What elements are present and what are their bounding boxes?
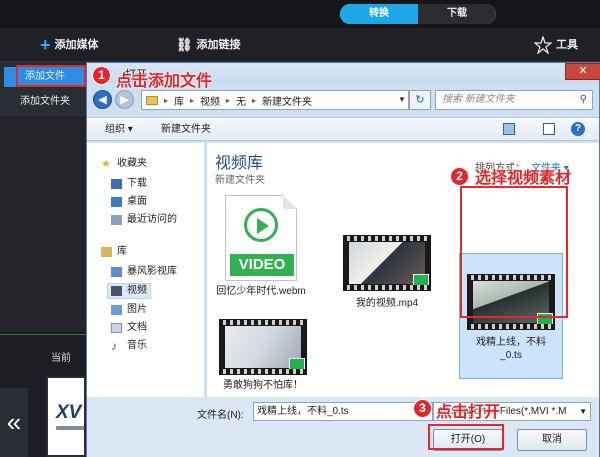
desktop-icon (111, 197, 122, 207)
add-link-label: 添加链接 (196, 39, 241, 51)
file-name: 回忆少年时代.webm (216, 286, 306, 297)
recent-places-icon (111, 215, 122, 225)
view-options-icon[interactable] (503, 123, 515, 135)
file-item[interactable]: 我的视频.mp4 (337, 235, 437, 310)
chevron-down-icon[interactable]: ▼ (395, 90, 409, 110)
pictures-icon (111, 305, 122, 315)
tab-convert[interactable]: 转换 (340, 4, 418, 24)
link-icon: ⛓ (176, 37, 193, 52)
refresh-button[interactable]: ↻ (409, 90, 431, 110)
thumbnail-bar (56, 426, 84, 430)
media-thumbnail[interactable]: XV (46, 376, 86, 457)
dialog-buttons: 打开(O) 取消 (87, 429, 599, 457)
video-file-icon: VIDEO (225, 195, 297, 281)
help-icon[interactable]: ? (571, 122, 585, 136)
plus-icon: + (40, 35, 51, 55)
filename-input[interactable]: 戏精上线，不料_0.ts (253, 402, 433, 421)
step-1-text: 点击添加文件 (116, 73, 213, 90)
command-bar: 组织 ▾ 新建文件夹 ? (87, 117, 599, 141)
organize-button[interactable]: 组织 ▾ (105, 122, 133, 138)
video-badge-icon (289, 358, 305, 372)
nav-storm-library[interactable]: 暴风影视库 (111, 265, 177, 279)
step-2-badge: 2 (450, 167, 469, 186)
folder-icon (146, 95, 158, 105)
nav-music[interactable]: ♪ 音乐 (111, 339, 147, 353)
nav-videos[interactable]: 视频 (107, 283, 151, 299)
tools-label: 工具 (556, 39, 578, 51)
annotation-highlight-open (428, 424, 504, 450)
collapse-button[interactable]: « (0, 388, 28, 457)
file-item[interactable]: 勇敢狗狗不怕库！ (213, 319, 313, 392)
tools-button[interactable]: 工具 (534, 36, 578, 54)
breadcrumb-none[interactable]: 无 (236, 93, 246, 108)
breadcrumb-library[interactable]: 库 (174, 93, 184, 108)
nav-favorites[interactable]: ★ 收藏夹 (101, 157, 147, 171)
step-3-badge: 3 (413, 399, 432, 418)
file-name: 我的视频.mp4 (355, 298, 419, 309)
add-media-label: 添加媒体 (54, 39, 99, 51)
nav-downloads[interactable]: 下载 (111, 177, 147, 191)
app-toolbar: + 添加媒体 ⛓ 添加链接 工具 (0, 28, 600, 62)
video-thumbnail (343, 235, 431, 291)
filename-row: 文件名(N): 戏精上线，不料_0.ts All Supported Files… (87, 397, 599, 429)
menu-item-add-folder[interactable]: 添加文件夹 (4, 92, 86, 112)
nav-recent[interactable]: 最近访问的 (111, 213, 177, 227)
navigation-pane: ★ 收藏夹 下载 桌面 最近访问的 库 暴风影视库 视频 图片 文档 ♪ 音乐 (87, 143, 205, 397)
annotation-highlight-video (460, 186, 568, 318)
tab-download[interactable]: 下载 (418, 4, 496, 24)
music-icon: ♪ (111, 339, 117, 353)
step-1-badge: 1 (92, 66, 111, 85)
chevron-down-icon: ▼ (579, 407, 587, 416)
step-3-text: 点击打开 (436, 404, 501, 421)
nav-desktop[interactable]: 桌面 (111, 195, 147, 209)
search-icon: ⚲ (579, 94, 587, 105)
video-thumbnail (219, 319, 307, 375)
add-link-button[interactable]: ⛓ 添加链接 (176, 36, 241, 54)
library-title: 视频库 (215, 155, 264, 172)
nav-libraries[interactable]: 库 (101, 245, 127, 259)
search-placeholder: 搜索 新建文件夹 (442, 94, 515, 105)
file-name: 勇敢狗狗不怕库！ (223, 380, 303, 391)
add-media-button[interactable]: + 添加媒体 (40, 36, 99, 54)
breadcrumb-new-folder[interactable]: 新建文件夹 (262, 93, 312, 108)
video-badge-icon (413, 274, 429, 288)
star-icon: ★ (101, 158, 111, 170)
filename-label: 文件名(N): (197, 410, 244, 421)
thumbnail-logo: XV (56, 402, 82, 423)
back-button[interactable]: ◀ (93, 90, 112, 109)
mode-switch: 转换 下载 (340, 4, 496, 24)
file-name: 戏精上线，不料_0.ts (476, 337, 546, 361)
address-bar[interactable]: ▸ 库 ▸ 视频 ▸ 无 ▸ 新建文件夹 (141, 90, 409, 110)
library-subtitle: 新建文件夹 (215, 175, 265, 186)
storm-library-icon (111, 267, 122, 277)
cancel-button[interactable]: 取消 (517, 429, 587, 451)
step-2-text: 选择视频素材 (475, 170, 572, 187)
tab-current[interactable]: 当前 (40, 345, 82, 373)
preview-pane-icon[interactable] (543, 123, 555, 135)
forward-button[interactable]: ▶ (115, 90, 134, 109)
close-button[interactable]: ✕ (565, 63, 600, 80)
breadcrumb-videos[interactable]: 视频 (200, 93, 220, 108)
annotation-highlight-add-file (16, 65, 86, 87)
documents-icon (111, 323, 122, 333)
video-library-icon (111, 286, 122, 296)
search-input[interactable]: 搜索 新建文件夹 ⚲ (435, 90, 593, 110)
app-title-bar: 转换 下载 (0, 0, 600, 28)
downloads-icon (111, 179, 122, 189)
file-item[interactable]: VIDEO 回忆少年时代.webm (211, 195, 311, 298)
new-folder-button[interactable]: 新建文件夹 (161, 122, 211, 138)
tools-star-icon (534, 36, 552, 54)
library-icon (101, 247, 112, 257)
video-type-label: VIDEO (230, 254, 294, 276)
nav-documents[interactable]: 文档 (111, 321, 147, 335)
nav-pictures[interactable]: 图片 (111, 303, 147, 317)
